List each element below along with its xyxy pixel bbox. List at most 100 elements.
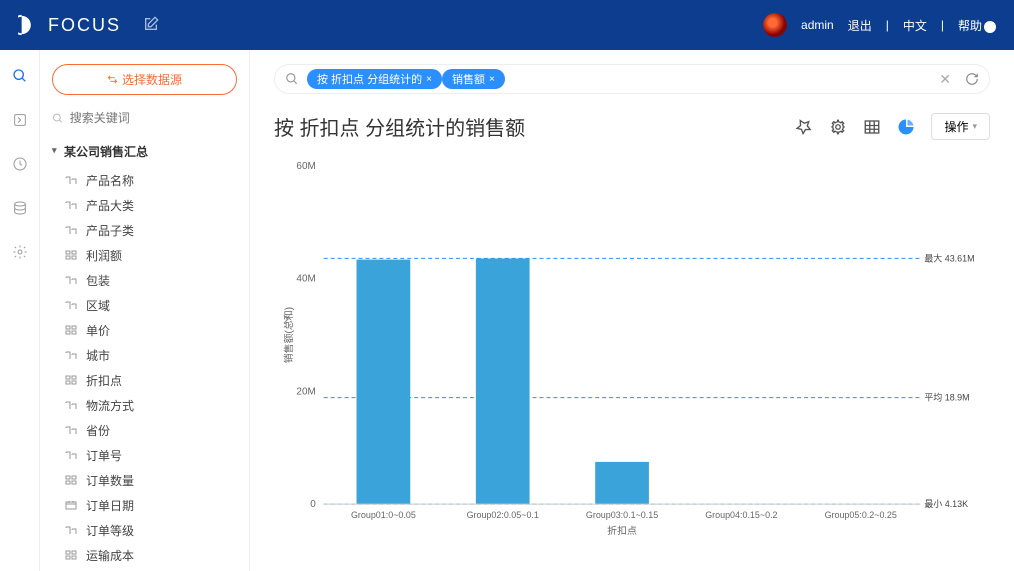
field-label: 单价: [86, 322, 110, 339]
help-link[interactable]: 帮助?: [958, 17, 996, 34]
number-type-icon: [64, 475, 78, 487]
svg-text:20M: 20M: [296, 386, 315, 397]
brand-logo: FOCUS: [18, 14, 121, 36]
query-pill[interactable]: 销售额×: [442, 69, 505, 89]
database-icon[interactable]: [12, 200, 28, 216]
bar[interactable]: [595, 462, 649, 504]
field-item[interactable]: 省份: [64, 418, 237, 443]
table-view-icon[interactable]: [863, 118, 881, 136]
close-icon[interactable]: ×: [489, 74, 495, 85]
field-label: 订单号: [86, 447, 122, 464]
text-type-icon: [64, 275, 78, 287]
text-type-icon: [64, 525, 78, 537]
sidebar-search[interactable]: [52, 111, 237, 125]
number-type-icon: [64, 325, 78, 337]
gear-icon[interactable]: [12, 244, 28, 260]
x-tick-label: Group01:0~0.05: [351, 510, 416, 520]
field-item[interactable]: 产品名称: [64, 168, 237, 193]
text-type-icon: [64, 200, 78, 212]
field-item[interactable]: 订单等级: [64, 518, 237, 543]
divider: |: [886, 18, 889, 32]
sidebar-search-input[interactable]: [70, 111, 237, 125]
x-tick-label: Group02:0.05~0.1: [467, 510, 539, 520]
text-type-icon: [64, 225, 78, 237]
lang-link[interactable]: 中文: [903, 17, 927, 34]
x-axis-label: 折扣点: [607, 524, 637, 537]
bar[interactable]: [476, 258, 530, 504]
field-label: 运输成本: [86, 547, 134, 564]
refresh-icon[interactable]: [965, 72, 979, 86]
field-label: 区域: [86, 297, 110, 314]
search-icon: [285, 72, 299, 86]
query-pill-bar: 按 折扣点 分组统计的×销售额× ✕: [274, 64, 990, 94]
field-item[interactable]: 包装: [64, 268, 237, 293]
field-label: 产品名称: [86, 172, 134, 189]
tree-title[interactable]: 某公司销售汇总: [52, 139, 237, 168]
field-label: 城市: [86, 347, 110, 364]
field-label: 物流方式: [86, 397, 134, 414]
date-type-icon: [64, 500, 78, 512]
field-item[interactable]: 运输成本: [64, 543, 237, 568]
field-label: 折扣点: [86, 372, 122, 389]
main-area: 按 折扣点 分组统计的×销售额× ✕ 按 折扣点 分组统计的销售额 操作▾ 02…: [250, 50, 1014, 571]
field-item[interactable]: 订单数量: [64, 468, 237, 493]
close-icon[interactable]: ×: [426, 74, 432, 85]
chevron-down-icon: ▾: [972, 121, 977, 132]
text-type-icon: [64, 400, 78, 412]
reference-label: 平均 18.9M: [924, 392, 969, 403]
clear-icon[interactable]: ✕: [939, 71, 951, 88]
x-tick-label: Group04:0.15~0.2: [705, 510, 777, 520]
logout-link[interactable]: 退出: [848, 17, 872, 34]
number-type-icon: [64, 250, 78, 262]
search-icon: [52, 112, 64, 125]
logo-icon: [18, 14, 40, 36]
swap-icon: [107, 74, 118, 85]
field-label: 省份: [86, 422, 110, 439]
username[interactable]: admin: [801, 18, 834, 32]
field-item[interactable]: 区域: [64, 293, 237, 318]
number-type-icon: [64, 375, 78, 387]
select-ds-label: 选择数据源: [122, 71, 182, 88]
reference-label: 最小 4.13K: [924, 499, 968, 509]
search-icon[interactable]: [12, 68, 28, 84]
x-tick-label: Group03:0.1~0.15: [586, 510, 658, 520]
field-label: 订单等级: [86, 522, 134, 539]
number-type-icon: [64, 550, 78, 562]
clock-icon[interactable]: [12, 156, 28, 172]
header-right: admin 退出 | 中文 | 帮助?: [763, 13, 996, 37]
favorite-icon[interactable]: [12, 112, 28, 128]
field-item[interactable]: 产品大类: [64, 193, 237, 218]
field-item[interactable]: 产品子类: [64, 218, 237, 243]
field-label: 产品子类: [86, 222, 134, 239]
text-type-icon: [64, 175, 78, 187]
field-item[interactable]: 物流方式: [64, 393, 237, 418]
text-type-icon: [64, 425, 78, 437]
field-item[interactable]: 城市: [64, 343, 237, 368]
chart-view-icon[interactable]: [897, 118, 915, 136]
select-datasource-button[interactable]: 选择数据源: [52, 64, 237, 95]
field-item[interactable]: 折扣点: [64, 368, 237, 393]
field-label: 订单数量: [86, 472, 134, 489]
reference-label: 最大 43.61M: [924, 252, 974, 263]
field-item[interactable]: 利润额: [64, 243, 237, 268]
chart: 020M40M60M销售额(总和)最大 43.61M平均 18.9M最小 4.1…: [274, 153, 990, 557]
page-title: 按 折扣点 分组统计的销售额: [274, 112, 525, 141]
x-tick-label: Group05:0.2~0.25: [825, 510, 897, 520]
field-item[interactable]: 订单号: [64, 443, 237, 468]
field-item[interactable]: 订单日期: [64, 493, 237, 518]
text-type-icon: [64, 300, 78, 312]
field-list: 产品名称产品大类产品子类利润额包装区域单价城市折扣点物流方式省份订单号订单数量订…: [52, 168, 237, 571]
bar[interactable]: [357, 260, 411, 505]
gear-icon[interactable]: [829, 118, 847, 136]
chart-toolbar: 操作▾: [795, 113, 990, 140]
avatar[interactable]: [763, 13, 787, 37]
pin-icon[interactable]: [795, 118, 813, 136]
query-pill[interactable]: 按 折扣点 分组统计的×: [307, 69, 442, 89]
field-item[interactable]: 单价: [64, 318, 237, 343]
bar-chart: 020M40M60M销售额(总和)最大 43.61M平均 18.9M最小 4.1…: [274, 153, 990, 557]
ops-button[interactable]: 操作▾: [931, 113, 990, 140]
field-label: 产品大类: [86, 197, 134, 214]
brand-text: FOCUS: [48, 15, 121, 36]
help-badge-icon: ?: [984, 21, 996, 33]
edit-icon[interactable]: [143, 16, 159, 35]
